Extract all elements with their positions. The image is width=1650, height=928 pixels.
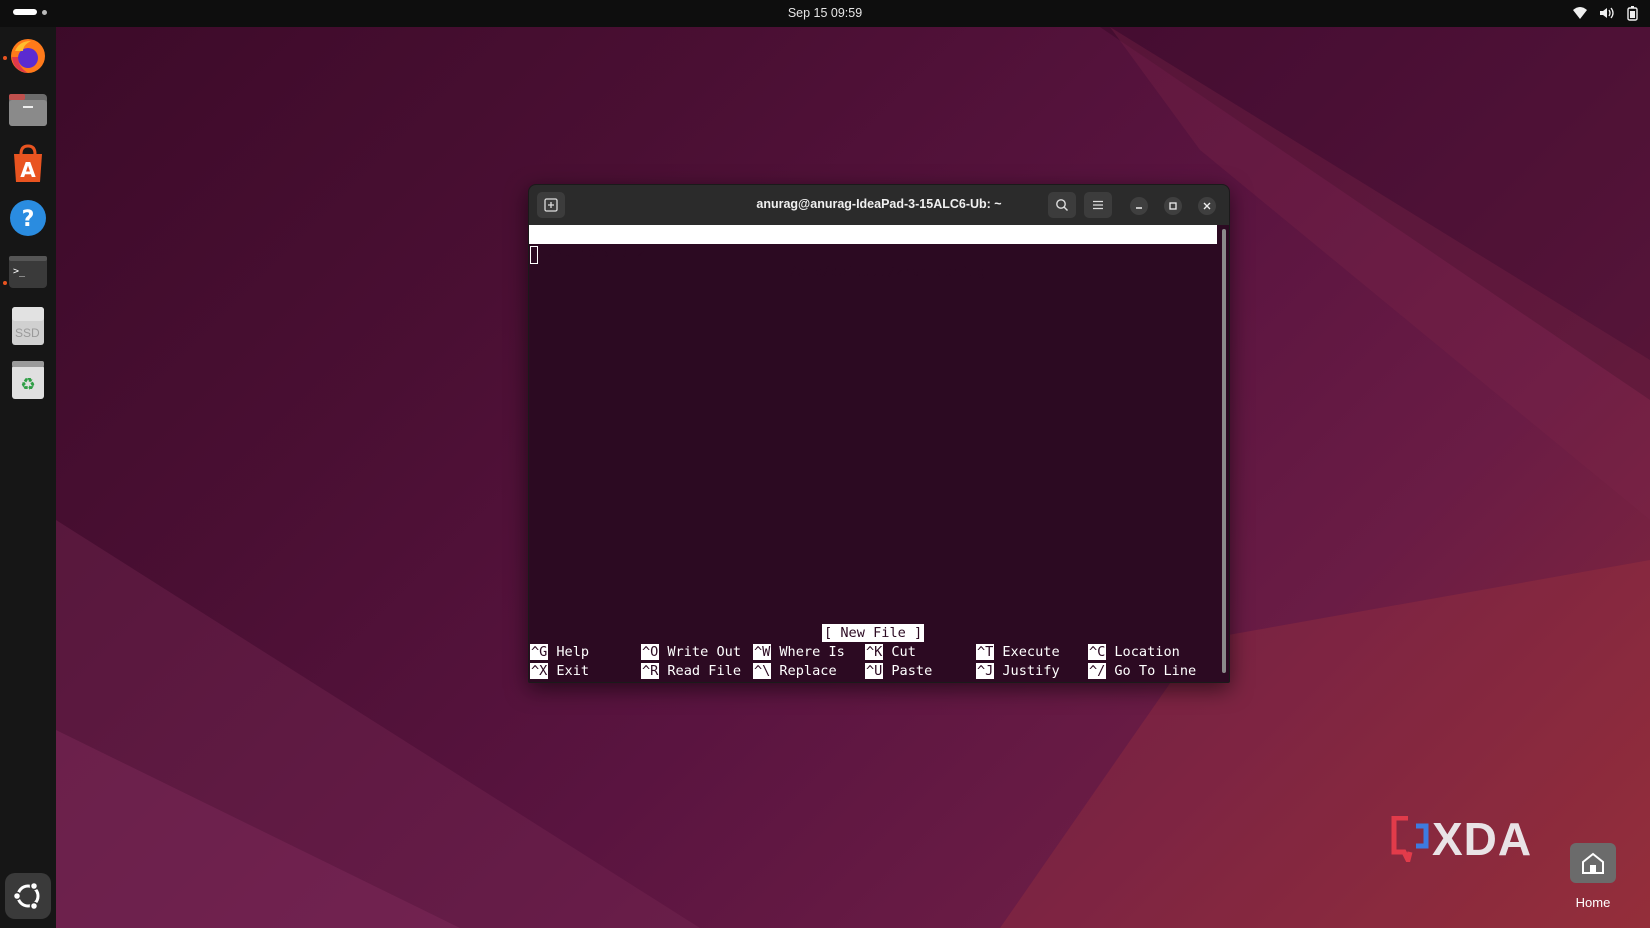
dock: A ? >_ SSD ♻ [0,27,56,928]
close-button[interactable] [1198,197,1216,215]
hamburger-menu-icon [1093,200,1103,210]
system-tray[interactable] [1572,5,1640,21]
shortcut-key: ^J [976,663,995,679]
nano-title-bar: GNU nano 7.2 /etc/default/zram-config [529,225,1217,280]
files-icon [9,94,47,126]
shortcut-replace[interactable]: ^\ Replace [753,662,837,681]
search-icon [1056,199,1068,211]
shortcut-label: Read File [667,663,742,679]
running-indicator [3,281,7,285]
terminal-content[interactable]: GNU nano 7.2 /etc/default/zram-config [ … [529,225,1219,682]
app-center-icon: A [14,144,42,182]
shortcut-key: ^/ [1088,663,1107,679]
terminal-scrollbar[interactable] [1222,229,1226,673]
shortcut-label: Execute [1002,644,1060,660]
firefox-icon [11,39,45,73]
shortcut-label: Justify [1002,663,1060,679]
shortcut-key: ^W [753,644,772,660]
volume-icon [1598,5,1614,21]
window-title: anurag@anurag-IdeaPad-3-15ALC6-Ub: ~ [756,197,1002,211]
shortcut-label: Help [556,644,590,660]
shortcut-read-file[interactable]: ^R Read File [641,662,741,681]
wifi-icon [1572,5,1588,21]
shortcut-execute[interactable]: ^T Execute [976,643,1060,662]
menu-button[interactable] [1084,192,1112,218]
shortcut-where-is[interactable]: ^W Where Is [753,643,845,662]
dock-item-terminal[interactable]: >_ [8,252,48,292]
xda-brand: XDA [1432,813,1533,865]
minimize-button[interactable] [1130,197,1148,215]
shortcut-key: ^C [1088,644,1107,660]
svg-text:>_: >_ [13,266,26,277]
dock-item-help[interactable]: ? [8,198,48,238]
shortcut-go-to-line[interactable]: ^/ Go To Line [1088,662,1196,681]
maximize-icon [1169,202,1177,210]
shortcut-label: Where Is [779,644,845,660]
dock-item-app-center[interactable]: A [8,144,48,184]
shortcut-location[interactable]: ^C Location [1088,643,1180,662]
dock-item-firefox[interactable] [8,36,48,76]
ubuntu-logo-icon [12,881,40,911]
xda-watermark: XDA [1391,812,1533,866]
shortcut-label: Exit [556,663,590,679]
svg-text:?: ? [22,207,35,232]
maximize-button[interactable] [1164,197,1182,215]
xda-bracket-icon [1391,816,1429,862]
file-path: /etc/default/zram-config [789,264,986,280]
dock-item-files[interactable] [8,90,48,130]
shortcut-key: ^O [641,644,660,660]
terminal-icon: >_ [9,256,47,288]
shortcut-paste[interactable]: ^U Paste [865,662,932,681]
top-bar: Sep 15 09:59 [0,0,1650,27]
dock-item-trash[interactable]: ♻ [8,360,48,400]
close-icon [1203,202,1211,210]
shortcut-key: ^X [530,663,549,679]
clock[interactable]: Sep 15 09:59 [0,6,1650,20]
text-cursor [530,246,538,264]
status-message: [ New File ] [822,624,925,642]
show-apps-button[interactable] [5,873,51,919]
shortcut-label: Location [1114,644,1180,660]
shortcut-label: Cut [891,644,916,660]
shortcut-cut[interactable]: ^K Cut [865,643,916,662]
minimize-icon [1136,207,1142,209]
home-folder-icon [1570,843,1616,883]
home-label: Home [1575,895,1611,910]
shortcut-write-out[interactable]: ^O Write Out [641,643,741,662]
shortcut-key: ^R [641,663,660,679]
shortcut-label: Paste [891,663,933,679]
running-indicator [3,56,7,60]
shortcut-key: ^\ [753,663,772,679]
shortcut-justify[interactable]: ^J Justify [976,662,1060,681]
dock-item-ssd[interactable]: SSD [8,306,48,346]
terminal-window[interactable]: anurag@anurag-IdeaPad-3-15ALC6-Ub: ~ GNU… [528,184,1230,683]
shortcut-key: ^T [976,644,995,660]
svg-text:A: A [20,158,36,182]
search-button[interactable] [1048,192,1076,218]
ssd-label: SSD [15,326,40,340]
shortcut-label: Replace [779,663,837,679]
shortcut-key: ^U [865,663,884,679]
shortcut-key: ^G [530,644,549,660]
battery-icon [1624,5,1640,21]
shortcut-help[interactable]: ^G Help [530,643,589,662]
terminal-titlebar[interactable]: anurag@anurag-IdeaPad-3-15ALC6-Ub: ~ [529,185,1229,225]
help-icon: ? [10,200,46,236]
shortcut-label: Write Out [667,644,742,660]
shortcut-key: ^K [865,644,884,660]
nano-version: GNU nano 7.2 [547,245,646,261]
desktop-home-folder[interactable]: Home [1565,843,1621,913]
shortcut-label: Go To Line [1114,663,1197,679]
trash-icon: ♻ [12,361,44,399]
svg-text:♻: ♻ [20,375,35,395]
shortcut-exit[interactable]: ^X Exit [530,662,589,681]
